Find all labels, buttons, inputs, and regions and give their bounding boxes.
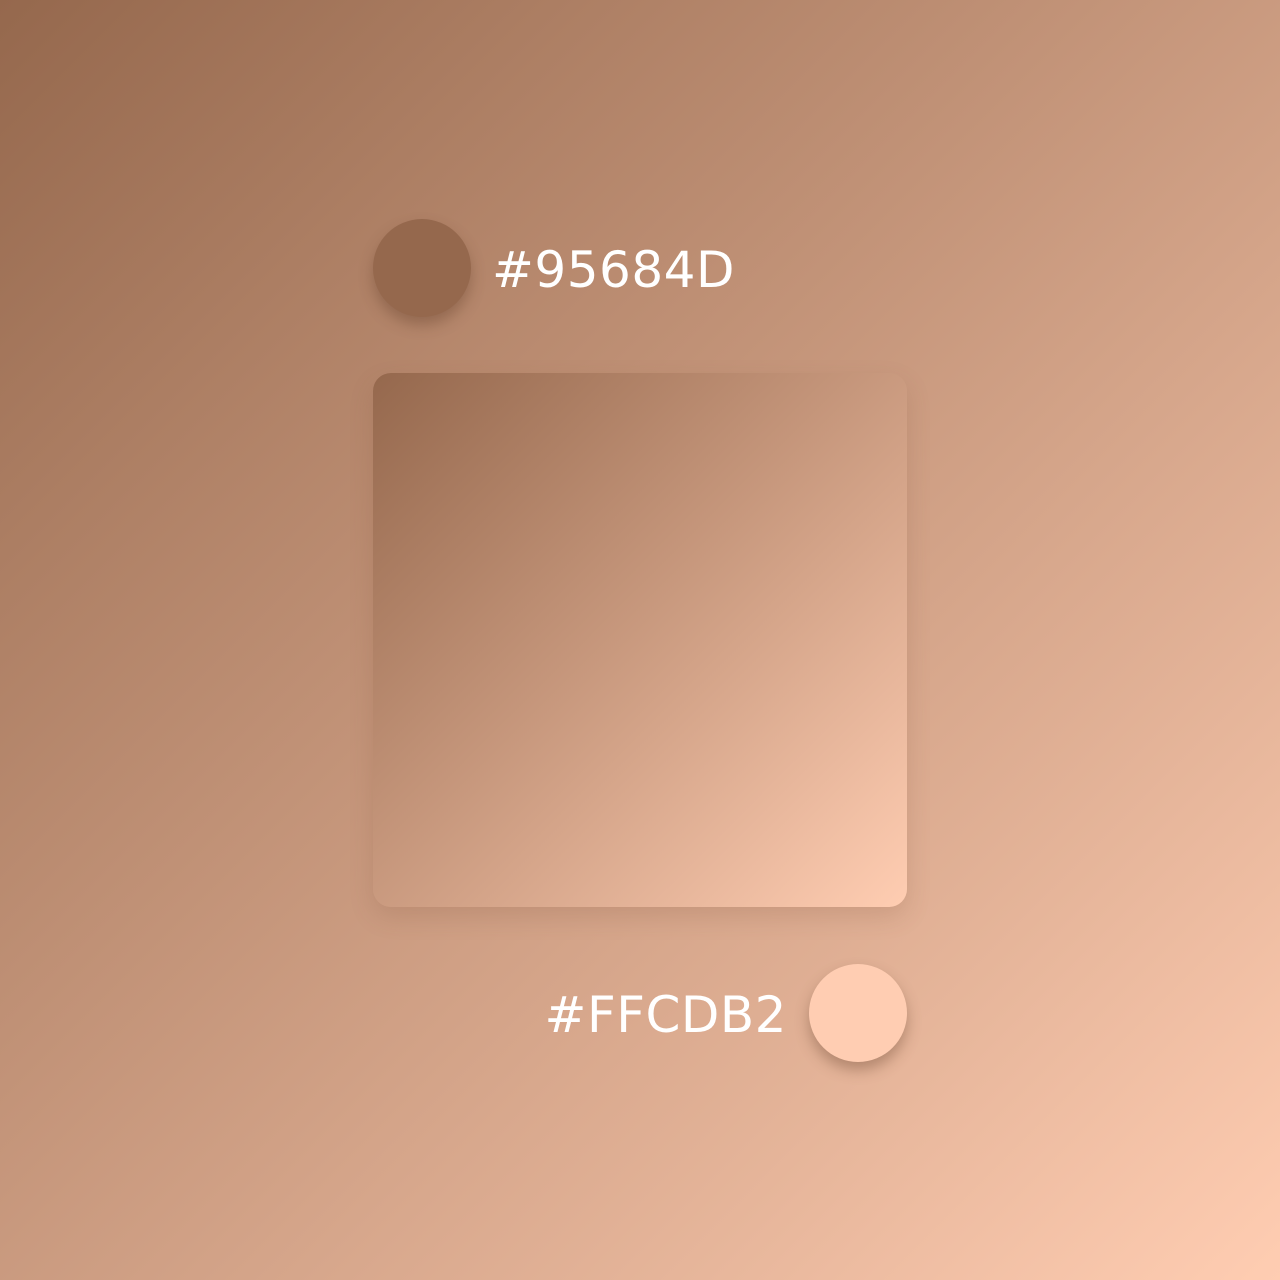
start-color-swatch — [373, 219, 471, 317]
end-color-hex-label: #FFCDB2 — [544, 986, 787, 1044]
end-color-swatch — [809, 964, 907, 1062]
start-color-hex-label: #95684D — [492, 241, 735, 299]
gradient-preview-card — [373, 373, 907, 907]
